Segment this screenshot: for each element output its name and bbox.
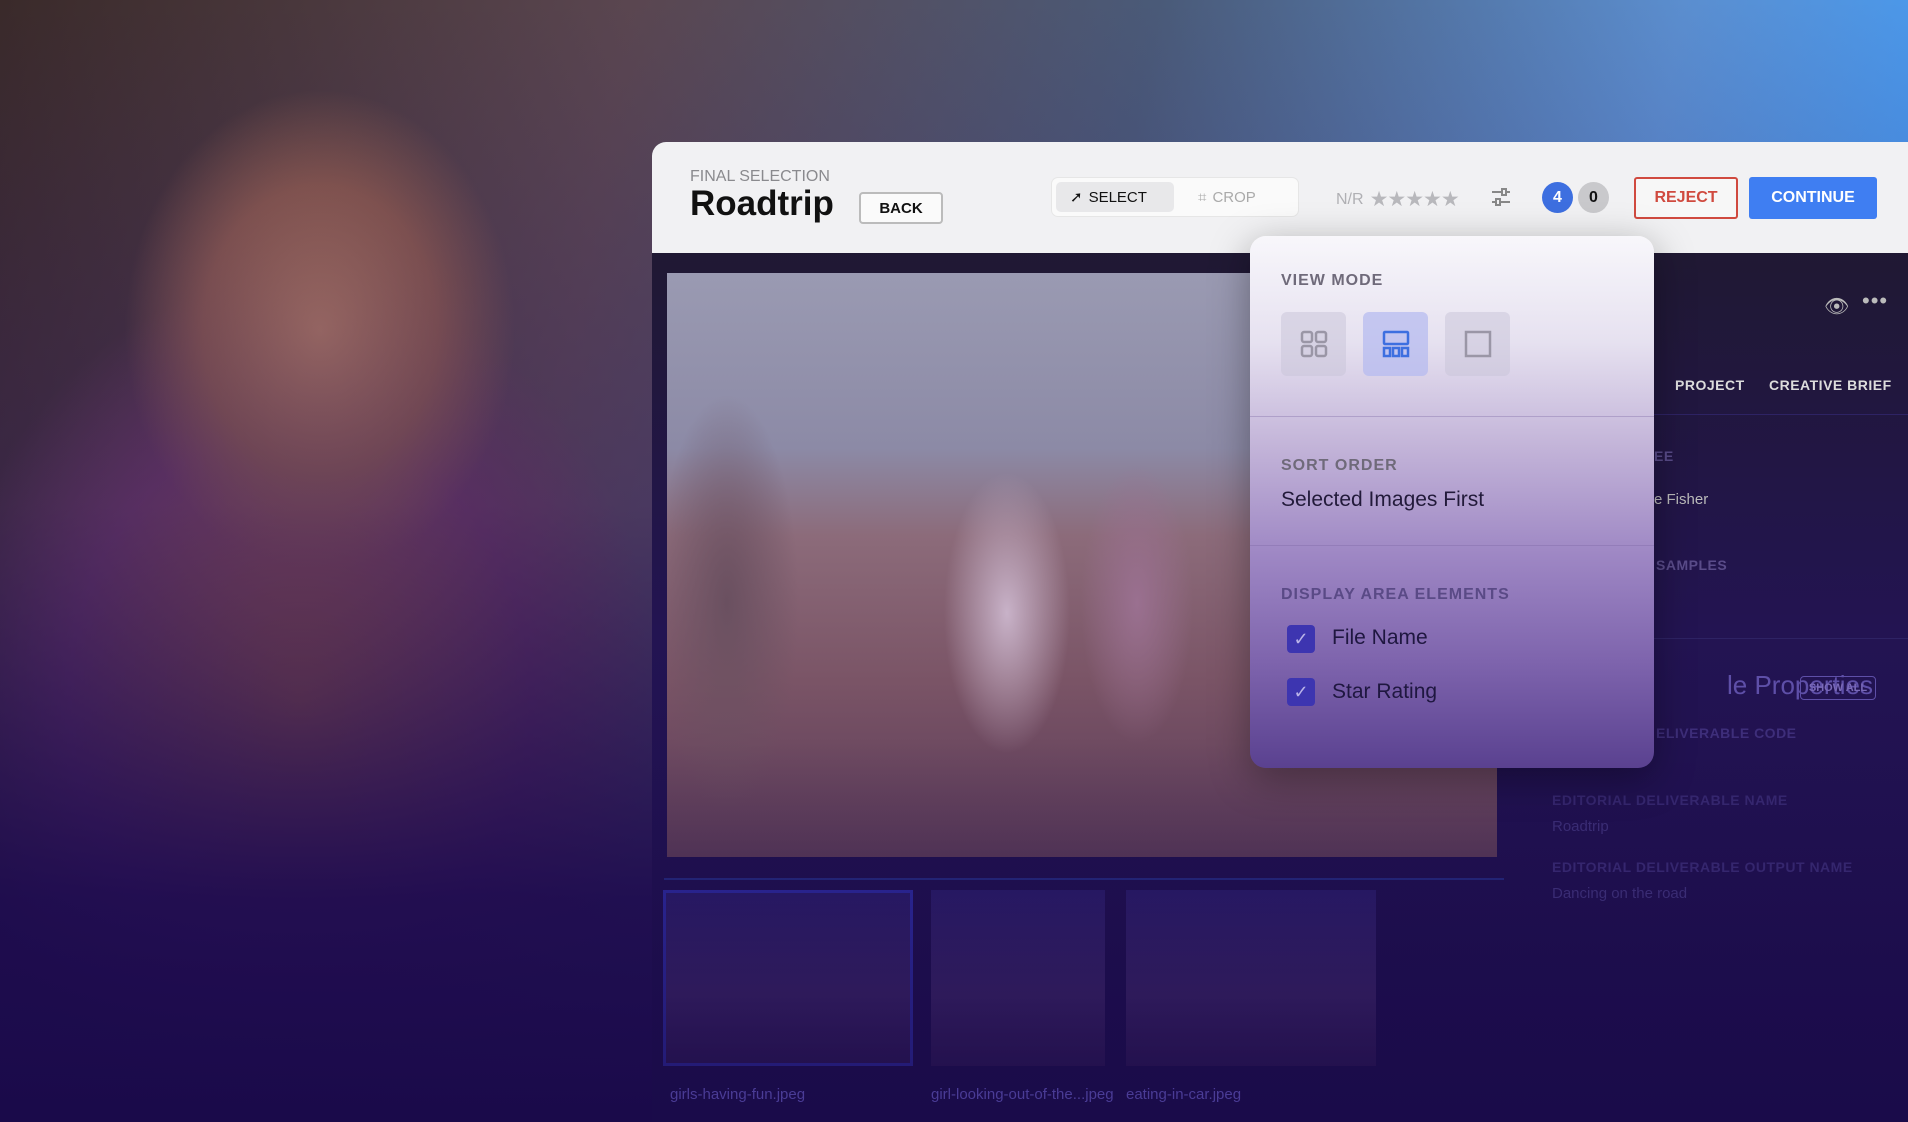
- sort-order-select[interactable]: Selected Images First: [1281, 488, 1484, 512]
- thumbnail-file-name: girls-having-fun.jpeg: [670, 1086, 806, 1103]
- rating-label: N/R: [1336, 190, 1364, 208]
- file-name-checkbox[interactable]: ✓: [1287, 625, 1315, 653]
- single-view-icon: [1464, 330, 1491, 358]
- select-label: SELECT: [1088, 188, 1147, 206]
- sliders-icon[interactable]: [1490, 186, 1512, 208]
- single-view-button[interactable]: [1445, 312, 1510, 376]
- grid-view-button[interactable]: [1281, 312, 1346, 376]
- assignee-value: e Fisher: [1654, 491, 1709, 508]
- thumbnail-file-name: girl-looking-out-of-the...jpeg: [931, 1086, 1114, 1103]
- sort-order-label: SORT ORDER: [1281, 457, 1398, 474]
- divider: [1250, 416, 1654, 417]
- continue-button[interactable]: CONTINUE: [1749, 177, 1877, 219]
- file-name-checkbox-label: File Name: [1332, 626, 1428, 649]
- show-all-button[interactable]: SHOW ALL: [1800, 676, 1876, 700]
- field-value: Roadtrip: [1552, 818, 1609, 835]
- filmstrip-view-button[interactable]: [1363, 312, 1428, 376]
- stars: ★★★★★: [1370, 187, 1460, 212]
- star-icon[interactable]: ★: [1405, 188, 1424, 211]
- star-rating-checkbox[interactable]: ✓: [1287, 678, 1315, 706]
- crop-label: CROP: [1212, 188, 1256, 206]
- display-elements-label: DISPLAY AREA ELEMENTS: [1281, 586, 1510, 603]
- filmstrip-icon: [1382, 330, 1409, 358]
- selected-count-badge: 4: [1542, 182, 1573, 213]
- check-icon: ✓: [1293, 628, 1309, 649]
- reject-button[interactable]: REJECT: [1634, 177, 1738, 219]
- tab-project[interactable]: PROJECT: [1675, 377, 1745, 393]
- thumbnail-file-name: eating-in-car.jpeg: [1126, 1086, 1242, 1103]
- view-mode-label: VIEW MODE: [1281, 272, 1384, 289]
- page-title: Roadtrip: [690, 184, 834, 223]
- cursor-icon: ➚: [1070, 189, 1083, 206]
- tool-switch: ➚ SELECT ⌗ CROP: [1052, 178, 1298, 216]
- field-label: EDITORIAL DELIVERABLE OUTPUT NAME: [1552, 859, 1853, 875]
- crop-icon: ⌗: [1198, 188, 1207, 206]
- check-icon: ✓: [1293, 681, 1309, 702]
- select-tool-button[interactable]: ➚ SELECT: [1056, 182, 1174, 212]
- back-button[interactable]: BACK: [859, 192, 943, 224]
- grid-icon: [1300, 330, 1327, 358]
- star-icon[interactable]: ★: [1370, 188, 1389, 211]
- crop-tool-button[interactable]: ⌗ CROP: [1184, 182, 1270, 212]
- field-label: EDITORIAL DELIVERABLE NAME: [1552, 792, 1788, 808]
- rejected-count-badge: 0: [1578, 182, 1609, 213]
- field-value: Dancing on the road: [1552, 885, 1688, 902]
- tab-creative-brief[interactable]: CREATIVE BRIEF: [1769, 377, 1892, 393]
- star-icon[interactable]: ★: [1387, 188, 1406, 211]
- star-rating[interactable]: N/R ★★★★★: [1336, 187, 1460, 212]
- view-options-dropdown: VIEW MODE SORT ORDER Selected Images Fir…: [1250, 236, 1654, 768]
- star-rating-checkbox-label: Star Rating: [1332, 680, 1438, 703]
- star-icon[interactable]: ★: [1423, 188, 1442, 211]
- assignee-label: EE: [1654, 448, 1674, 464]
- eye-icon[interactable]: 👁: [1824, 294, 1849, 319]
- divider: [1250, 545, 1654, 546]
- code-label: ELIVERABLE CODE: [1656, 725, 1797, 741]
- star-icon[interactable]: ★: [1441, 188, 1460, 211]
- more-icon[interactable]: •••: [1862, 288, 1888, 314]
- samples-label: SAMPLES: [1656, 557, 1728, 573]
